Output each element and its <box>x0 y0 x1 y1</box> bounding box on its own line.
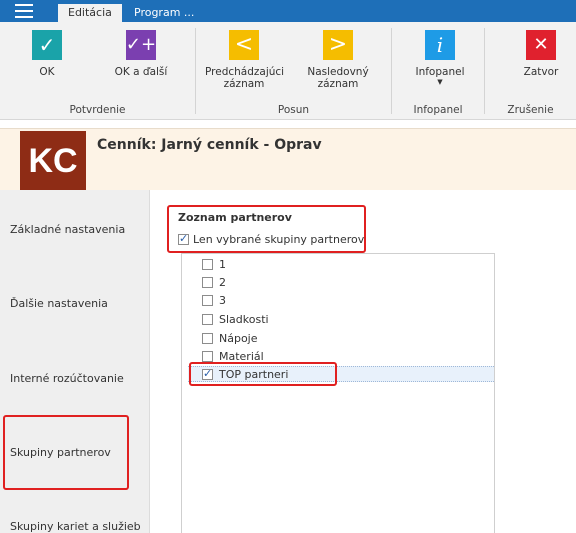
ok-and-next-button[interactable]: ✓+ OK a ďalší <box>96 30 186 78</box>
info-icon: i <box>425 30 455 60</box>
list-item-label: 2 <box>219 275 226 289</box>
check-plus-icon: ✓+ <box>126 30 156 60</box>
item-checkbox[interactable] <box>202 350 213 362</box>
close-icon: ✕ <box>526 30 556 60</box>
hamburger-menu-icon[interactable] <box>6 2 42 20</box>
item-checkbox[interactable] <box>202 313 213 325</box>
ribbon: ✓ OK ✓+ OK a ďalší < Predchádzajúci zázn… <box>0 22 576 120</box>
partner-group-list: 1 2 3 Sladkosti Nápoje Materiál TOP part… <box>181 253 495 533</box>
module-logo: KC <box>20 131 86 191</box>
ribbon-divider <box>195 28 196 114</box>
top-bar: Editácia Program ... <box>0 0 576 22</box>
ok-button[interactable]: ✓ OK <box>2 30 92 78</box>
chevron-left-icon: < <box>229 30 259 60</box>
check-icon: ✓ <box>32 30 62 60</box>
item-checkbox[interactable] <box>202 294 213 306</box>
sidebar-item-card-service-groups[interactable]: Skupiny kariet a služieb <box>10 520 141 533</box>
ribbon-divider <box>391 28 392 114</box>
item-checkbox[interactable] <box>202 276 213 288</box>
tab-program[interactable]: Program ... <box>124 4 204 22</box>
highlight-box <box>3 415 129 490</box>
list-item[interactable]: 3 <box>202 292 226 308</box>
sidebar-item-other-settings[interactable]: Ďalšie nastavenia <box>10 297 108 310</box>
item-checkbox[interactable] <box>202 332 213 344</box>
sidebar-item-basic-settings[interactable]: Základné nastavenia <box>10 223 125 236</box>
chevron-right-icon: > <box>323 30 353 60</box>
list-item-label: Sladkosti <box>219 312 269 326</box>
list-item[interactable]: Sladkosti <box>202 311 269 327</box>
group-label-zrusenie: Zrušenie <box>507 104 554 116</box>
group-label-potvrdenie: Potvrdenie <box>69 104 126 116</box>
next-record-button[interactable]: > Nasledovný záznam <box>293 30 383 90</box>
ribbon-divider <box>484 28 485 114</box>
item-checkbox[interactable] <box>202 258 213 270</box>
list-item[interactable]: 2 <box>202 274 226 290</box>
page-title: Cenník: Jarný cenník - Oprav <box>97 137 322 153</box>
list-item-label: Materiál <box>219 349 264 363</box>
tab-editacia[interactable]: Editácia <box>58 4 122 22</box>
highlight-box <box>167 205 366 253</box>
highlight-box <box>189 362 337 386</box>
infopanel-button[interactable]: i Infopanel ▼ <box>395 30 485 86</box>
dropdown-arrow-icon: ▼ <box>437 78 443 86</box>
list-item[interactable]: 1 <box>202 256 226 272</box>
list-item[interactable]: Nápoje <box>202 330 258 346</box>
list-item-label: Nápoje <box>219 331 258 345</box>
list-item-label: 1 <box>219 257 226 271</box>
group-label-infopanel: Infopanel <box>413 104 463 116</box>
record-header: KC Cenník: Jarný cenník - Oprav <box>0 128 576 191</box>
previous-record-button[interactable]: < Predchádzajúci záznam <box>199 30 289 90</box>
close-button[interactable]: ✕ Zatvor <box>496 30 576 78</box>
group-label-posun: Posun <box>277 104 310 116</box>
list-item-label: 3 <box>219 293 226 307</box>
sidebar-item-internal-allocation[interactable]: Interné rozúčtovanie <box>10 372 124 385</box>
